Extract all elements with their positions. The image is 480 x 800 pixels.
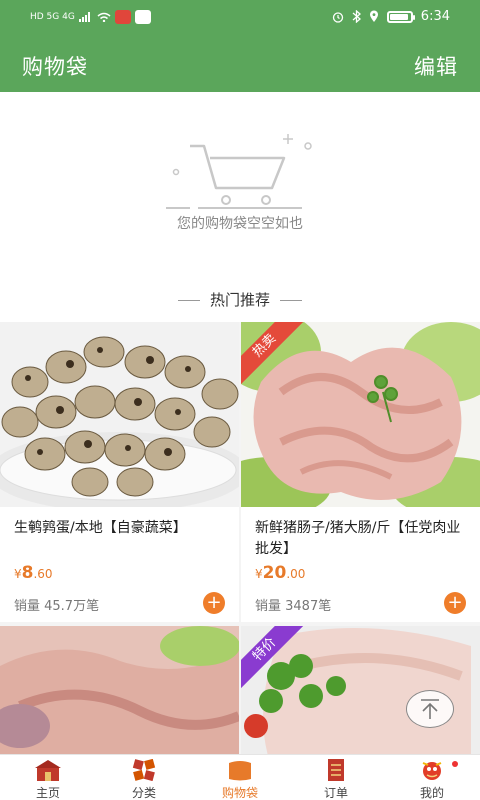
product-sales: 销量 45.7万笔 [14,599,100,614]
product-name[interactable]: 新鲜猪肠子/猪大肠/斤【任党肉业批发】 [255,518,470,560]
clock: 6:34 [420,9,450,24]
sale-badge: 特价 [241,626,311,696]
add-to-cart-button[interactable]: + [203,592,225,614]
bag-icon [229,761,251,781]
network-indicator: HD 5G 4G [30,12,75,22]
recommend-title: 热门推荐 [209,291,270,309]
product-card[interactable]: 热卖 新鲜猪肠子/猪大肠/斤【任党肉业批发】 ¥20.00 销量 3487笔 + [241,322,480,622]
empty-cart-section: 您的购物袋空空如也 热门推荐 [0,92,480,322]
status-left: HD 5G 4G [30,10,151,24]
order-icon [328,759,344,781]
product-name[interactable]: 生鹌鹑蛋/本地【自豪蔬菜】 [14,518,229,539]
nav-item-bag[interactable]: 购物袋 [192,755,288,800]
empty-cart-icon [166,134,312,209]
location-icon [369,10,378,22]
product-image-quail-eggs[interactable] [0,322,239,507]
scroll-to-top-button[interactable] [406,690,454,728]
empty-cart-message: 您的购物袋空空如也 [177,216,303,232]
recommend-heading: 热门推荐 [0,289,480,310]
product-price: ¥8.60 [14,563,53,583]
bottom-nav: 主页 分类 购物袋 订单 我的 [0,754,480,800]
qq-icon [134,10,151,24]
alarm-icon [332,11,343,23]
divider [280,300,302,301]
product-card[interactable]: 生鹌鹑蛋/本地【自豪蔬菜】 ¥8.60 销量 45.7万笔 + [0,322,239,622]
bluetooth-icon [352,10,361,23]
product-grid: 生鹌鹑蛋/本地【自豪蔬菜】 ¥8.60 销量 45.7万笔 + 热卖 新鲜猪肠子… [0,322,480,754]
add-to-cart-button[interactable]: + [444,592,466,614]
status-right: 6:34 [332,9,450,24]
edit-button[interactable]: 编辑 [414,51,458,81]
category-icon [132,759,156,781]
app-header: 购物袋 编辑 [0,40,480,92]
page-title: 购物袋 [22,55,88,79]
wifi-icon [97,12,111,22]
battery-icon [386,10,415,23]
product-price: ¥20.00 [255,563,306,583]
product-image-pork-meat[interactable] [0,626,239,754]
nav-item-profile[interactable]: 我的 [384,755,480,800]
home-icon [35,760,61,781]
divider [177,300,200,301]
profile-icon [422,762,442,780]
product-card[interactable] [0,626,239,754]
nav-item-home[interactable]: 主页 [0,755,96,800]
arrow-up-icon [421,699,439,719]
nav-item-category[interactable]: 分类 [96,755,192,800]
nav-item-order[interactable]: 订单 [288,755,384,800]
product-card[interactable]: 特价 [241,626,480,754]
signal-icon [78,12,90,22]
product-sales: 销量 3487笔 [255,599,332,614]
hot-badge: 热卖 [241,322,311,392]
app-notification-icon [114,10,131,24]
notification-dot [452,761,458,767]
status-bar: HD 5G 4G 6:34 [0,0,480,40]
